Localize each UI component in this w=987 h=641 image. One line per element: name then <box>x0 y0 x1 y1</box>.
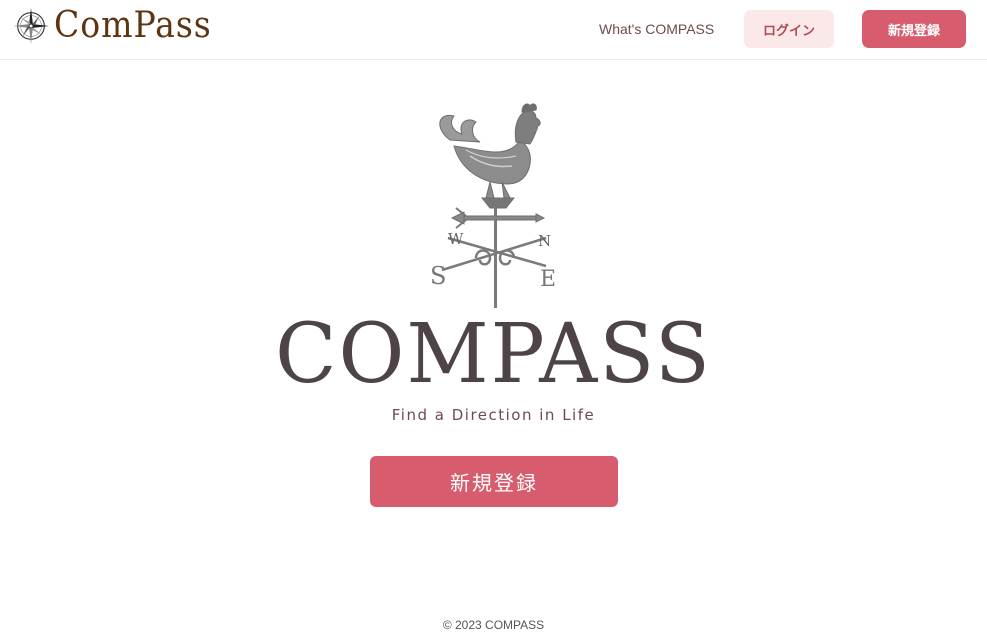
west-letter: W <box>448 230 464 248</box>
header-register-button[interactable]: 新規登録 <box>862 10 966 48</box>
login-button[interactable]: ログイン <box>744 10 834 48</box>
site-header: ComPass What's COMPASS ログイン 新規登録 <box>0 0 987 60</box>
nav-whats-compass-link[interactable]: What's COMPASS <box>599 21 714 37</box>
weathervane-rooster-icon: W N S E <box>430 103 556 308</box>
compass-rose-icon <box>12 7 50 45</box>
footer-copyright: © 2023 COMPASS <box>442 618 545 632</box>
hero-title: COMPASS <box>275 307 712 402</box>
north-letter: N <box>538 232 551 250</box>
hero-register-button[interactable]: 新規登録 <box>370 456 618 507</box>
south-letter: S <box>430 262 446 290</box>
brand-logo[interactable]: ComPass <box>12 6 225 46</box>
east-letter: E <box>540 267 556 292</box>
hero-tagline: Find a Direction in Life <box>391 406 596 424</box>
brand-name: ComPass <box>54 5 212 46</box>
